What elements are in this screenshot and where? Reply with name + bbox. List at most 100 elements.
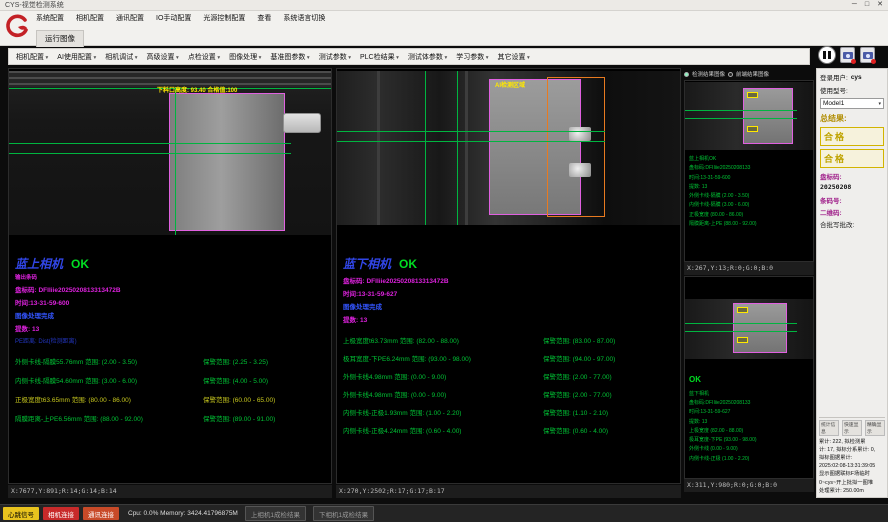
upper-camera-result-chip: 上相机1成检结果 [245, 506, 306, 521]
tab-run-image[interactable]: 运行图像 [36, 30, 84, 47]
measure-line [9, 153, 291, 154]
info-panel: 登录用户: cys 使用型号: Model1 总结果: 合格 合格 盘标码: 2… [816, 68, 888, 498]
measurement-row: 隔膜距离-上PE6.56mm 范围: (88.00 - 92.00)保警范围: … [15, 413, 327, 423]
measure-line [9, 143, 291, 144]
measure-line [425, 71, 426, 225]
defect-marker [737, 337, 748, 343]
tool-test-body-params[interactable]: 测试体参数 [404, 51, 451, 63]
measurement-row: 内侧卡线-正极4.24mm 范围: (0.60 - 4.00)保警范围: (0.… [343, 425, 676, 435]
right-camera-image: AI检测区域 [337, 71, 680, 225]
right-camera-view[interactable]: AI检测区域 蓝下相机OK 盘标码: DFIIiie20250208133134… [336, 68, 681, 484]
camera-name-label: 蓝上相机 [15, 257, 63, 271]
app-logo [5, 13, 29, 43]
tool-camera-debug[interactable]: 相机调试 [101, 51, 141, 63]
option-detect-result-image[interactable]: 检测结果图像 [692, 70, 725, 78]
radio-icon[interactable] [728, 72, 733, 77]
tool-image-process[interactable]: 图像处理 [225, 51, 265, 63]
tool-learn-params[interactable]: 学习参数 [452, 51, 492, 63]
ok-status-label: OK [399, 257, 417, 271]
menu-item-view[interactable]: 查看 [257, 13, 271, 23]
measurement-list: 上极宽度t63.73mm 范围: (82.00 - 88.00)保警范围: (8… [343, 335, 676, 435]
output-image-options: 检测结果图像 前端结果图像 [684, 69, 814, 79]
measure-line [457, 71, 458, 225]
count-label: 提数: 13 [343, 314, 676, 324]
minimize-button[interactable]: ─ [852, 0, 857, 10]
upper-thumbnail-image [685, 82, 813, 150]
upper-camera-button[interactable] [840, 47, 855, 63]
stats-tab-precise[interactable]: 精确显示 [865, 420, 885, 436]
bright-feature [569, 163, 591, 177]
tool-advanced-settings[interactable]: 高级设置 [143, 51, 183, 63]
menu-item-io-manual[interactable]: IO手动配置 [156, 13, 191, 23]
maximize-button[interactable]: □ [865, 0, 869, 10]
model-select[interactable]: Model1 [820, 98, 884, 109]
stats-tab-fast[interactable]: 快速显示 [842, 420, 862, 436]
batch-write-label: 合批写批改: [820, 219, 884, 229]
tool-baseline-params[interactable]: 基准图参数 [266, 51, 313, 63]
measurement-row: 极耳宽度-下PE6.24mm 范围: (93.00 - 98.00)保警范围: … [343, 353, 676, 363]
app-window: CYS-视觉检测系统 ─ □ ✕ 系统配置 相机配置 通讯配置 IO手动配置 光… [0, 0, 888, 522]
model-label: 使用型号: [820, 85, 848, 95]
menu-bar: 系统配置 相机配置 通讯配置 IO手动配置 光源控制配置 查看 系统语言切换 [0, 11, 888, 25]
tool-plc-result[interactable]: PLC检结果 [356, 51, 403, 63]
pause-icon [828, 51, 831, 59]
title-bar: CYS-视觉检测系统 ─ □ ✕ [0, 0, 888, 11]
barcode-value: 盘标码: DFIIiie2025020813313472B [15, 284, 327, 294]
measurement-row: 内侧卡线-正极1.93mm 范围: (1.00 - 2.20)保警范围: (1.… [343, 407, 676, 417]
left-camera-view[interactable]: 下料口高度: 93.40 合格值:100 蓝上相机OK 输出条码 盘标码: DF… [8, 68, 332, 484]
stats-tab-info[interactable]: 统计信息 [819, 420, 839, 436]
lower-thumbnail-image [685, 299, 813, 359]
lower-camera-button[interactable] [860, 47, 875, 63]
left-result-text: 蓝上相机OK 输出条码 盘标码: DFIIiie2025020813313472… [15, 255, 327, 423]
stat-line: 0~cys~开上批拟一图堆 [819, 479, 885, 487]
bright-feature [569, 127, 591, 141]
menu-item-light-control[interactable]: 光源控制配置 [203, 13, 245, 23]
timestamp-value: 时间:13-31-59-600 [15, 297, 327, 307]
pause-icon [823, 51, 826, 59]
defect-marker [737, 307, 748, 313]
qrcode-label: 二维码: [820, 207, 884, 217]
measure-line [175, 87, 176, 235]
measure-line [337, 131, 605, 132]
output-barcode-label: 输出条码 [15, 273, 327, 281]
measurement-row: 外侧卡线4.98mm 范围: (0.00 - 9.00)保警范围: (2.00 … [343, 371, 676, 381]
menu-item-comm-config[interactable]: 通讯配置 [116, 13, 144, 23]
right-view-coordinate-bar: X:270,Y:2502;R:17;G:17;B:17 [336, 485, 681, 498]
upper-thumbnail-view[interactable]: 蓝上相机OK 盘标码:DFIIiie20250208133 时间:13-31-5… [684, 80, 814, 262]
camera-connection-indicator: 相机连接 [43, 507, 79, 520]
tool-ai-config[interactable]: AI使用配置 [53, 51, 100, 63]
stat-line: 计: 17, 拟标分系累计: 0, [819, 446, 885, 454]
count-label: 提数: 13 [15, 323, 327, 333]
lower-thumbnail-view[interactable]: OK 蓝下相机 盘标码:DFIIiie20250208133 时间:13-31-… [684, 276, 814, 479]
radio-selected-icon[interactable] [684, 72, 689, 77]
upper-thumbnail-text: 蓝上相机OK 盘标码:DFIIiie20250208133 时间:13-31-5… [689, 155, 811, 229]
menu-item-language[interactable]: 系统语言切换 [283, 13, 325, 23]
statistics-tabs: 统计信息 快速显示 精确显示 [819, 420, 885, 436]
tool-test-params[interactable]: 测试参数 [315, 51, 355, 63]
measure-line [685, 323, 797, 324]
stat-line: 累计: 222, 拟检测累 [819, 438, 885, 446]
option-front-result-image[interactable]: 前端结果图像 [736, 70, 769, 78]
menu-item-system-config[interactable]: 系统配置 [36, 13, 64, 23]
ok-status-label: OK [689, 373, 811, 388]
pause-button[interactable] [818, 46, 836, 64]
lower-thumbnail-text: OK 蓝下相机 盘标码:DFIIiie20250208133 时间:13-31-… [689, 373, 811, 464]
ai-detect-box [547, 77, 605, 217]
timestamp-value: 时间:13-31-59-627 [343, 288, 676, 298]
tray-barcode-label: 盘标码: [820, 171, 884, 181]
process-done-label: 图像处理完成 [343, 301, 676, 311]
tool-spot-check[interactable]: 点检设置 [184, 51, 224, 63]
lower-camera-result-chip: 下相机1成检结果 [313, 506, 374, 521]
right-result-text: 蓝下相机OK 盘标码: DFIIiie2025020813313472B 时间:… [343, 255, 676, 435]
toolbar: 相机配置 AI使用配置 相机调试 高级设置 点检设置 图像处理 基准图参数 测试… [8, 48, 810, 65]
menu-item-camera-config[interactable]: 相机配置 [76, 13, 104, 23]
measurement-row-warning: 正极宽度t63.65mm 范围: (80.00 - 86.00)保警范围: (6… [15, 394, 327, 404]
close-button[interactable]: ✕ [877, 0, 883, 10]
process-done-label: 图像处理完成 [15, 310, 327, 320]
tool-camera-config[interactable]: 相机配置 [12, 51, 52, 63]
tool-other-settings[interactable]: 其它设置 [494, 51, 534, 63]
measure-line [685, 110, 797, 111]
machine-strut [465, 71, 468, 225]
ai-region-label: AI检测区域 [495, 80, 525, 89]
machine-strut [377, 71, 380, 225]
